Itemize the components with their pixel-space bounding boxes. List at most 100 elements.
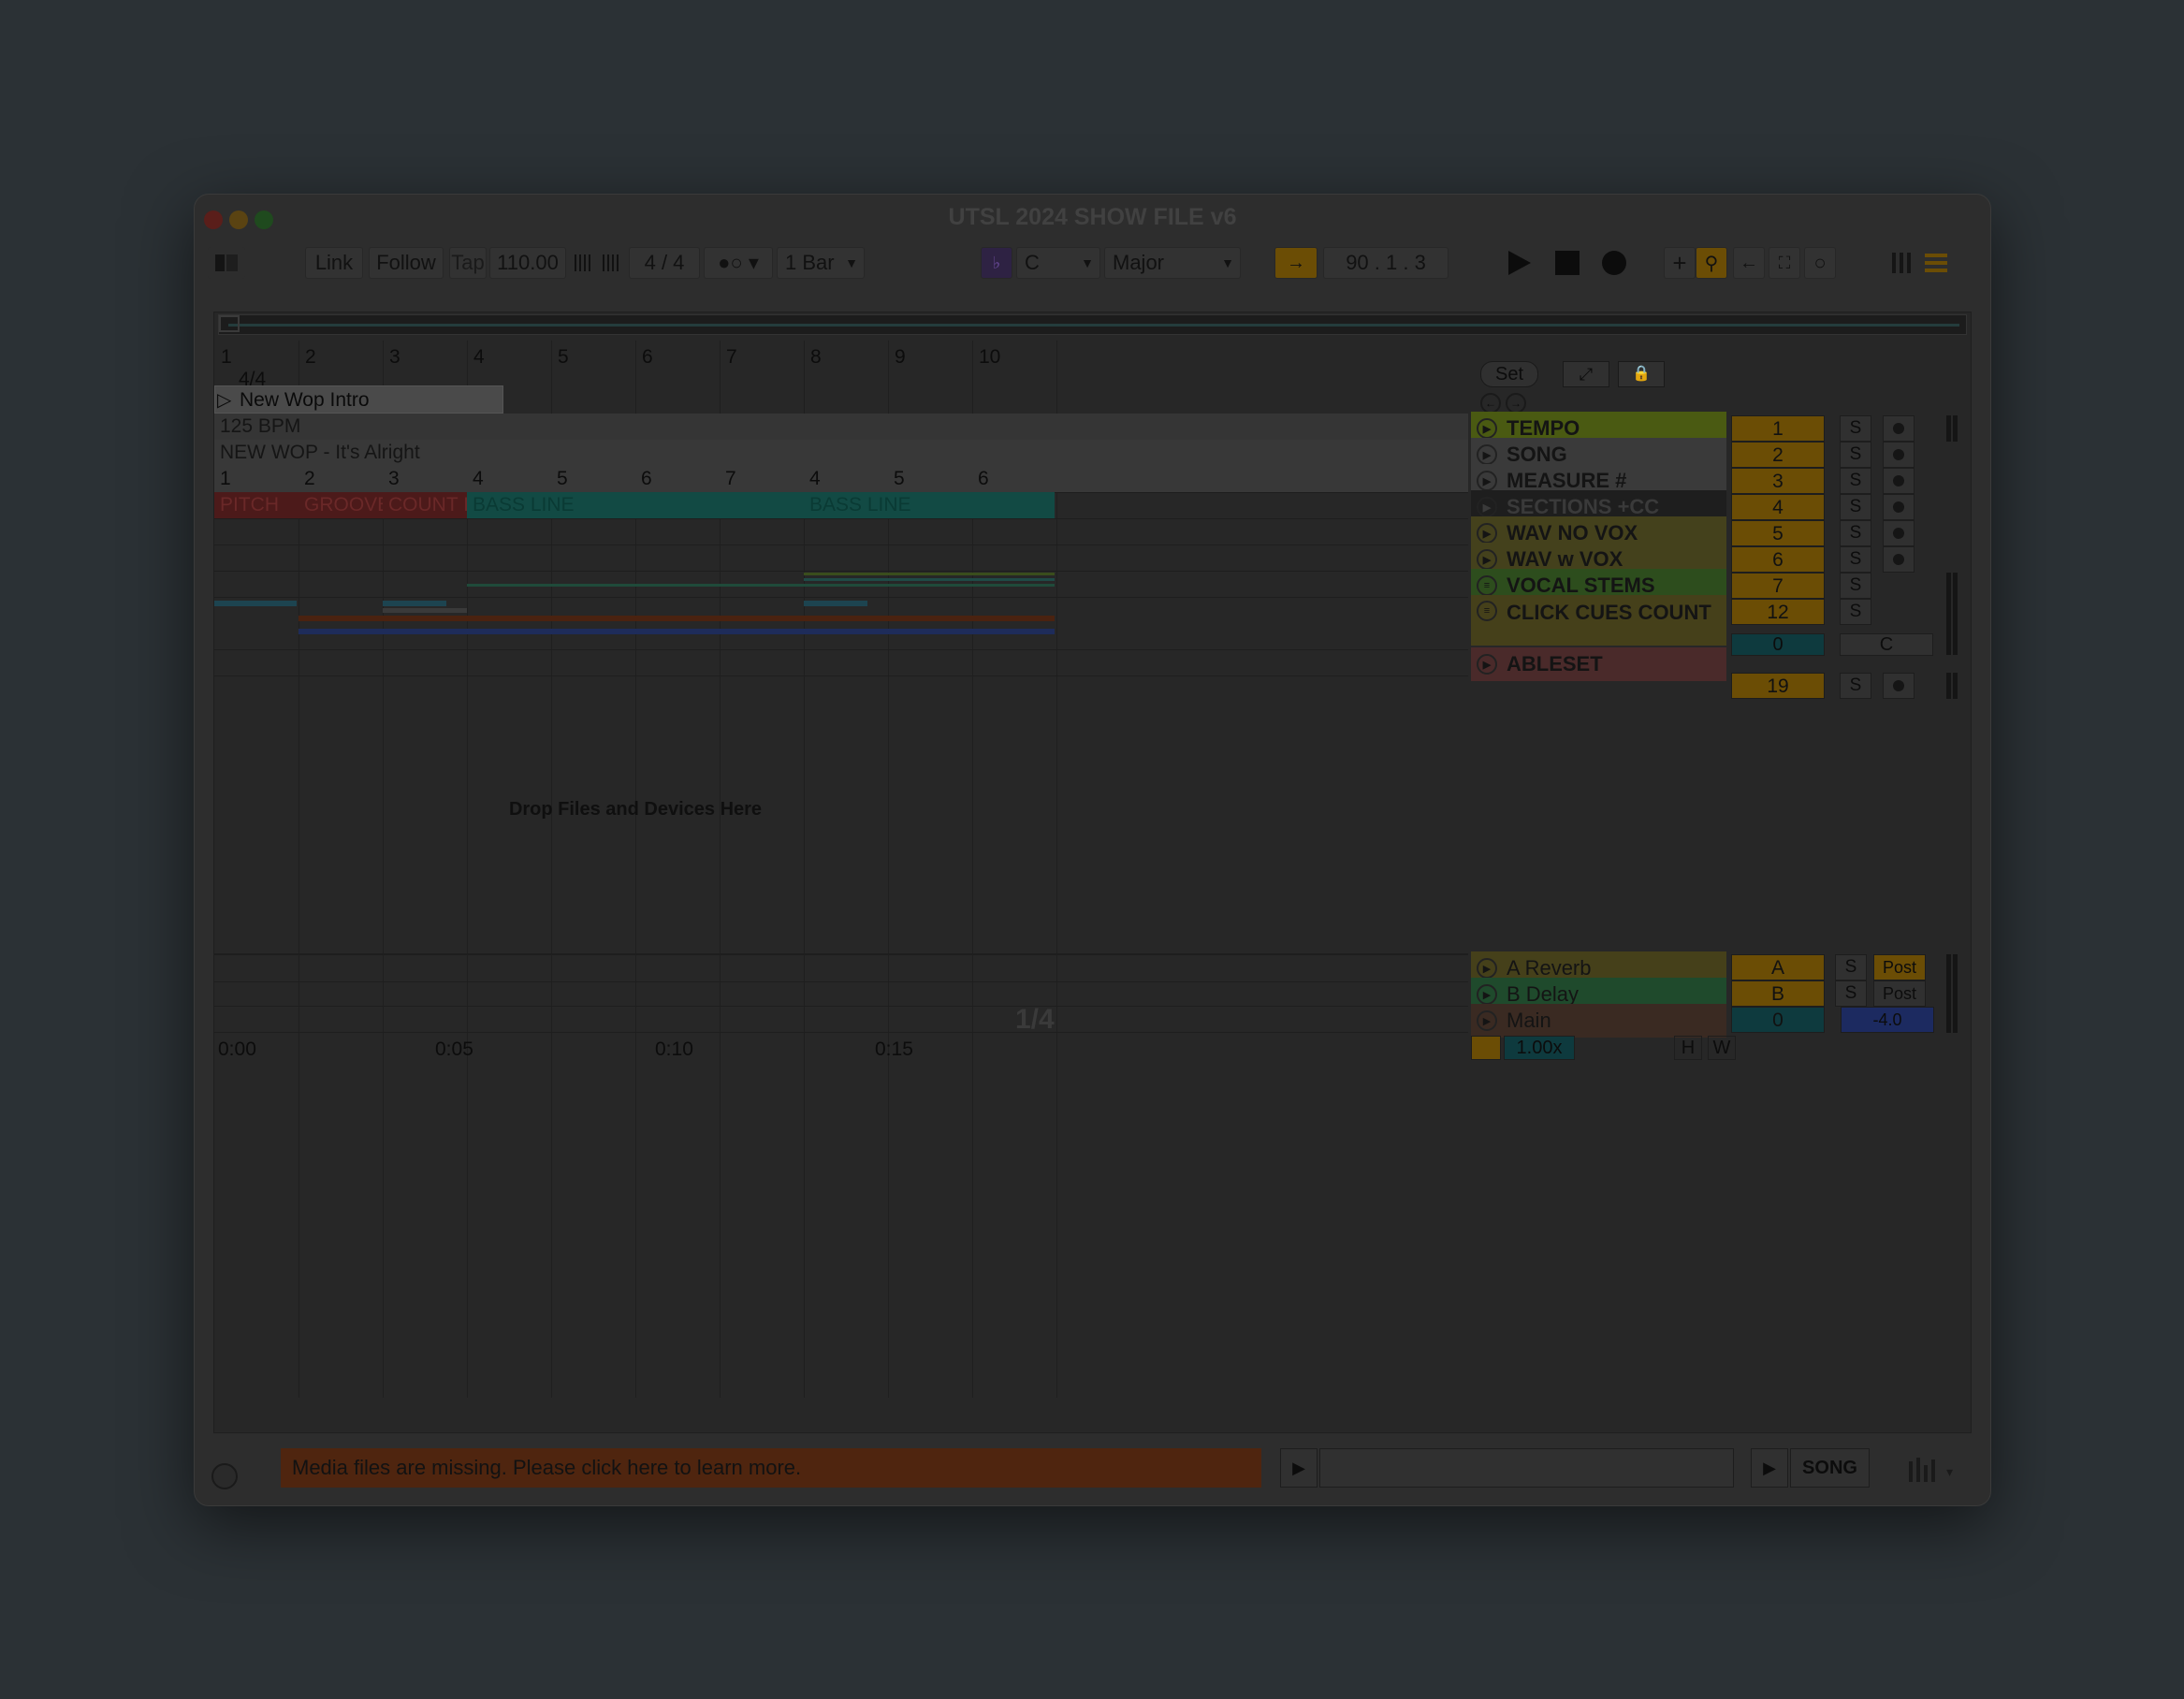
loop-region-icon[interactable]: ⛶ — [1769, 247, 1800, 279]
track-play-icon[interactable]: ▶ — [1477, 654, 1497, 675]
status-field[interactable] — [1319, 1448, 1734, 1488]
clip-measure[interactable]: 5 — [888, 466, 972, 492]
solo-button[interactable]: S — [1840, 494, 1871, 520]
time-signature-field[interactable]: 4 / 4 — [629, 247, 700, 279]
key-dropdown[interactable]: C ▼ — [1016, 247, 1100, 279]
click-cues-mode[interactable]: C — [1840, 633, 1933, 656]
scale-mode-button[interactable]: ♭ — [981, 247, 1012, 279]
expand-icon[interactable]: ⤢ — [1563, 361, 1609, 387]
clip-measure[interactable]: 6 — [972, 466, 1056, 492]
main-volume-field[interactable]: -4.0 — [1841, 1007, 1934, 1033]
record-button[interactable] — [1600, 247, 1632, 279]
next-locator-icon[interactable]: → — [1506, 393, 1526, 414]
time-ruler[interactable]: 0:00 0:05 0:10 0:15 — [214, 1033, 1468, 1061]
arm-icon[interactable] — [1883, 520, 1915, 546]
clip-measure[interactable]: 4 — [804, 466, 888, 492]
clip-measure[interactable]: 4 — [467, 466, 551, 492]
monitor-icon[interactable] — [1883, 673, 1915, 699]
clip-stem[interactable] — [467, 584, 1055, 587]
clip-song[interactable]: NEW WOP - It's Alright — [214, 440, 1468, 466]
nudge-buttons[interactable] — [573, 247, 625, 279]
return-letter[interactable]: B — [1731, 980, 1825, 1007]
post-button[interactable]: Post — [1873, 980, 1926, 1007]
clip-count[interactable] — [298, 616, 1055, 621]
track-lane-wav-w-vox[interactable] — [214, 545, 1468, 572]
clip-click[interactable] — [298, 629, 1055, 634]
song-position-field[interactable]: 90 . 1 . 3 — [1323, 247, 1449, 279]
tap-button[interactable]: Tap — [449, 247, 487, 279]
track-lane-wav-no-vox[interactable] — [214, 518, 1468, 545]
solo-button[interactable]: S — [1840, 520, 1871, 546]
track-number[interactable]: 4 — [1731, 494, 1825, 520]
track-number[interactable]: 19 — [1731, 673, 1825, 699]
drop-zone-label[interactable]: Drop Files and Devices Here — [214, 799, 1056, 820]
arrangement-overview[interactable] — [218, 314, 1967, 335]
track-lane-tempo[interactable]: 125 BPM — [214, 414, 1468, 441]
add-icon[interactable]: + — [1664, 247, 1696, 279]
solo-button[interactable]: S — [1840, 573, 1871, 599]
clip-stem[interactable] — [804, 573, 1055, 575]
track-header-ableset[interactable]: ▶ ABLESET — [1471, 647, 1726, 681]
solo-button[interactable]: S — [1840, 468, 1871, 494]
clip-measure[interactable]: 5 — [551, 466, 635, 492]
clip-cue[interactable] — [214, 601, 297, 606]
track-number[interactable]: 5 — [1731, 520, 1825, 546]
solo-button[interactable]: S — [1840, 442, 1871, 468]
monitor-icon[interactable] — [1883, 468, 1915, 494]
track-lane-vocal-stems[interactable] — [214, 571, 1468, 598]
track-play-icon[interactable]: ▶ — [1477, 471, 1497, 491]
main-header[interactable]: ▶ Main — [1471, 1004, 1726, 1038]
clip-cue[interactable] — [383, 601, 446, 606]
arm-icon[interactable] — [1883, 546, 1915, 573]
clip-measure[interactable]: 3 — [383, 466, 467, 492]
solo-button[interactable]: S — [1840, 673, 1871, 699]
clip-section[interactable]: COUNT IN — [383, 492, 467, 518]
info-view-icon[interactable] — [211, 1463, 238, 1489]
stop-button[interactable] — [1553, 247, 1585, 279]
track-lane-song[interactable]: NEW WOP - It's Alright — [214, 440, 1468, 467]
solo-button[interactable]: S — [1835, 980, 1867, 1007]
play-icon[interactable]: ▶ — [1751, 1448, 1788, 1488]
clip-section[interactable]: GROOVE — [298, 492, 383, 518]
monitor-icon[interactable] — [1883, 494, 1915, 520]
track-play-icon[interactable]: ▶ — [1477, 497, 1497, 517]
link-button[interactable]: Link — [305, 247, 363, 279]
track-number[interactable]: 12 — [1731, 599, 1825, 625]
track-play-icon[interactable]: ▶ — [1477, 984, 1497, 1005]
return-letter[interactable]: A — [1731, 954, 1825, 980]
missing-media-warning[interactable]: Media files are missing. Please click he… — [281, 1448, 1261, 1488]
play-button[interactable] — [1505, 247, 1536, 279]
view-toggle-icon[interactable] — [208, 247, 245, 279]
clip-cue[interactable] — [804, 601, 867, 606]
solo-button[interactable]: S — [1840, 415, 1871, 442]
zoom-w-button[interactable]: W — [1708, 1036, 1736, 1060]
automation-arm-icon[interactable]: ⚲ — [1696, 247, 1727, 279]
follow-button[interactable]: Follow — [369, 247, 444, 279]
clip-tempo[interactable]: 125 BPM — [214, 414, 1468, 440]
group-icon[interactable]: ≡ — [1477, 575, 1497, 596]
punch-icon[interactable]: ○ — [1804, 247, 1836, 279]
quantize-dropdown[interactable]: 1 Bar ▼ — [777, 247, 865, 279]
track-number[interactable]: 6 — [1731, 546, 1825, 573]
track-lane-sections[interactable]: PITCH GROOVE COUNT IN BASS LINE BASS LIN… — [214, 492, 1468, 519]
main-value[interactable]: 0 — [1731, 1007, 1825, 1033]
set-button[interactable]: Set — [1480, 361, 1538, 387]
back-to-arrangement-icon[interactable]: ← — [1733, 247, 1765, 279]
zoom-h-button[interactable]: H — [1674, 1036, 1702, 1060]
track-number[interactable]: 7 — [1731, 573, 1825, 599]
monitor-icon[interactable] — [1883, 442, 1915, 468]
lock-icon[interactable]: 🔒 — [1618, 361, 1665, 387]
solo-button[interactable]: S — [1840, 599, 1871, 625]
tempo-field[interactable]: 110.00 — [489, 247, 566, 279]
clip-measure[interactable]: 6 — [635, 466, 720, 492]
waveform-zoom-icon[interactable] — [1471, 1036, 1501, 1060]
locator-new-wop-intro[interactable]: ▷ New Wop Intro — [214, 385, 503, 414]
track-play-icon[interactable]: ▶ — [1477, 418, 1497, 439]
clip-measure[interactable]: 7 — [720, 466, 804, 492]
track-play-icon[interactable]: ▶ — [1477, 444, 1497, 465]
song-label[interactable]: SONG — [1790, 1448, 1870, 1488]
track-header-click-cues[interactable]: ≡ CLICK CUES COUNT — [1471, 595, 1726, 646]
clip-stem[interactable] — [804, 578, 1055, 581]
follow-arrangement-button[interactable]: → — [1274, 247, 1318, 279]
track-number[interactable]: 3 — [1731, 468, 1825, 494]
